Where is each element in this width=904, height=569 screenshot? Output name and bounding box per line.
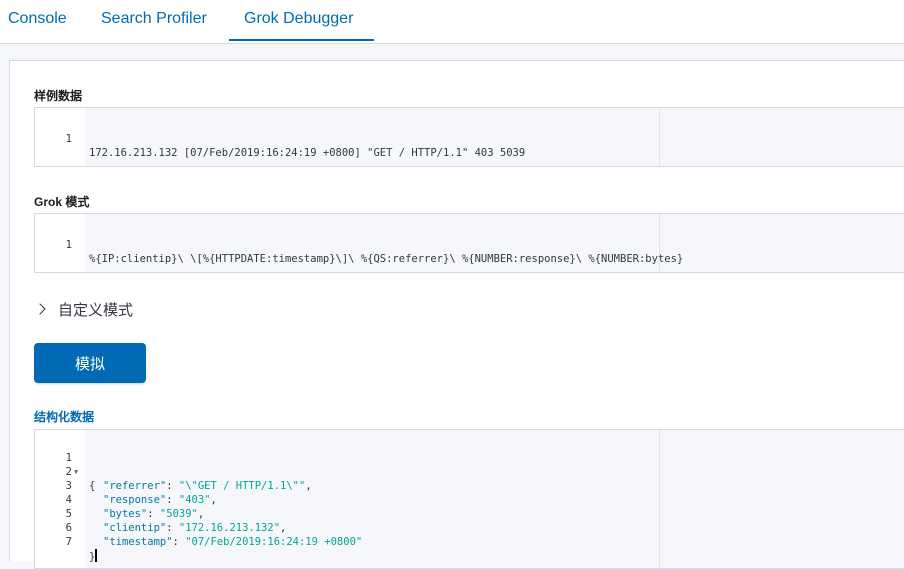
grok-pattern-editor[interactable]: 1 %{IP:clientip}\ \[%{HTTPDATE:timestamp…	[34, 213, 904, 273]
sample-data-editor[interactable]: 1 172.16.213.132 [07/Feb/2019:16:24:19 +…	[34, 107, 904, 167]
sample-data-text: 172.16.213.132 [07/Feb/2019:16:24:19 +08…	[89, 147, 526, 159]
code-line: 6 "timestamp": "07/Feb/2019:16:24:19 +08…	[35, 507, 904, 548]
tab-console[interactable]: Console	[8, 0, 67, 43]
grok-pattern-text: %{IP:clientip}\ \[%{HTTPDATE:timestamp}\…	[89, 253, 684, 265]
line-number: 7	[65, 536, 72, 548]
code-line: 1 172.16.213.132 [07/Feb/2019:16:24:19 +…	[35, 118, 904, 159]
structured-data-editor[interactable]: 1 ▼ { 2 "referrer": "\"GET / HTTP/1.1\""…	[34, 429, 904, 569]
json-value: "07/Feb/2019:16:24:19 +0800"	[185, 536, 363, 548]
chevron-right-icon	[34, 303, 46, 315]
text-cursor	[95, 549, 98, 562]
json-close-brace-line: }	[89, 549, 98, 564]
tab-search-profiler[interactable]: Search Profiler	[101, 0, 207, 43]
json-field: "timestamp": "07/Feb/2019:16:24:19 +0800…	[103, 536, 363, 548]
code-line: 5 "clientip": "172.16.213.132",	[35, 493, 904, 534]
custom-patterns-label: 自定义模式	[58, 301, 134, 319]
code-line: 4 "bytes": "5039",	[35, 479, 904, 520]
grok-debugger-panel: 样例数据 1 172.16.213.132 [07/Feb/2019:16:24…	[9, 60, 904, 569]
code-line: 1 ▼ {	[35, 437, 904, 492]
line-number: 1	[65, 133, 72, 145]
json-key: "timestamp"	[103, 536, 173, 548]
structured-data-label: 结构化数据	[34, 410, 95, 424]
line-number: 1	[65, 239, 72, 251]
code-line: 1 %{IP:clientip}\ \[%{HTTPDATE:timestamp…	[35, 224, 904, 265]
simulate-button[interactable]: 模拟	[34, 343, 146, 383]
code-line: 7 }	[35, 521, 904, 563]
code-line: 3 "response": "403",	[35, 465, 904, 506]
code-line: 2 "referrer": "\"GET / HTTP/1.1\"",	[35, 451, 904, 492]
sample-data-label: 样例数据	[34, 89, 83, 103]
custom-patterns-toggle[interactable]: 自定义模式	[34, 298, 133, 320]
grok-pattern-label: Grok 模式	[34, 195, 90, 209]
tab-grok-debugger[interactable]: Grok Debugger	[229, 0, 374, 41]
app-tab-bar: Console Search Profiler Grok Debugger	[0, 0, 904, 44]
